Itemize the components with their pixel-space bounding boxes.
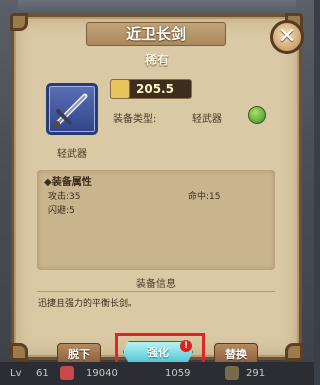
corner-decoration [285, 343, 303, 361]
weapon-type-icon [248, 106, 266, 124]
item-title: 近卫长剑 [86, 22, 226, 46]
close-button[interactable]: ✕ [270, 20, 304, 54]
status-bar: Lv 61 19040 1059 291 [0, 362, 314, 385]
attributes-title: ◆装备属性 [44, 177, 92, 188]
coins-value: 19040 [86, 368, 118, 379]
level-value: 61 [36, 368, 49, 379]
hit-attribute: 命中:15 [188, 192, 221, 202]
power-value: 205.5 [136, 82, 174, 96]
info-description: 迅捷且强力的平衡长剑。 [38, 299, 138, 309]
item-icon-frame[interactable] [46, 83, 98, 135]
gems-value: 1059 [165, 368, 191, 379]
corner-decoration [10, 343, 28, 361]
rarity-label: 稀有 [144, 53, 169, 67]
equipment-type-label: 装备类型: [113, 114, 157, 125]
item-type-caption: 轻武器 [57, 149, 87, 160]
attack-attribute: 攻击:35 [48, 192, 81, 202]
level-label: Lv [10, 368, 22, 379]
fist-icon [110, 79, 130, 99]
heart-icon [60, 366, 74, 380]
shield-icon [225, 366, 239, 380]
info-title: 装备信息 [37, 278, 275, 292]
sword-icon [54, 93, 88, 127]
points-value: 291 [246, 368, 266, 379]
equipment-type-value: 轻武器 [192, 114, 222, 125]
dodge-attribute: 闪避:5 [48, 206, 75, 216]
corner-decoration [10, 13, 28, 31]
